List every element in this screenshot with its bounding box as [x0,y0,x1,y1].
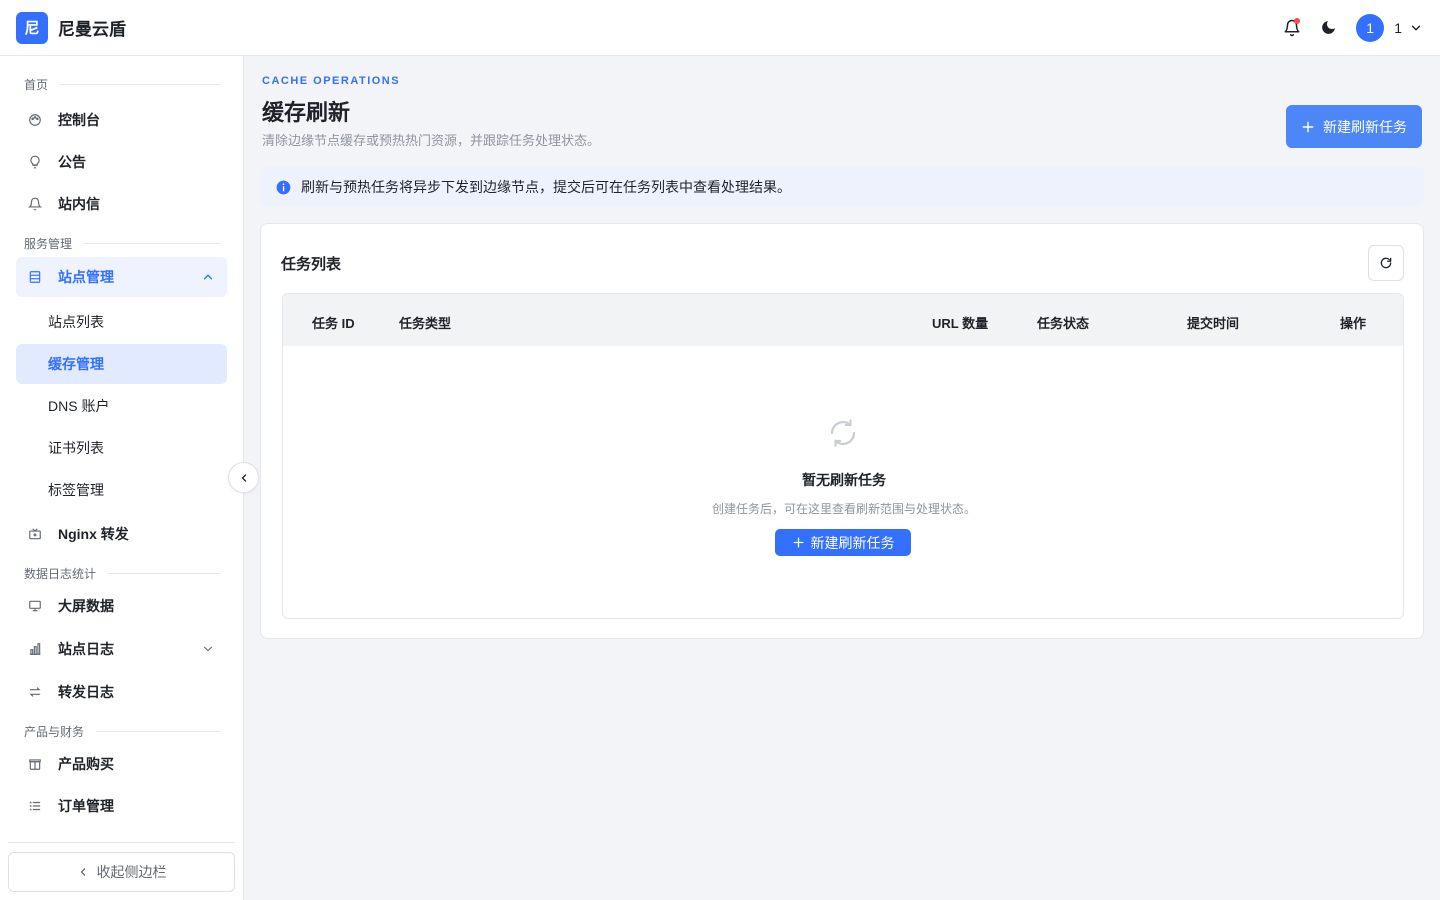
empty-state-description: 创建任务后，可在这里查看刷新范围与处理状态。 [711,502,976,516]
sidebar-item-label: 站点管理 [58,269,114,285]
plus-icon [1302,121,1314,132]
page-description: 清除边缘节点缓存或预热热门资源，并跟踪任务处理状态。 [262,133,601,148]
monitor-icon [28,599,42,613]
nav-group-home: 首页 [24,76,220,93]
package-icon [28,757,42,771]
app-title[interactable]: 尼曼云盾 [58,15,126,40]
sidebar-subitem-dns[interactable]: DNS 账户 [16,386,227,426]
column-header-actions[interactable]: 操作 [1340,313,1366,332]
task-table: 任务 ID 任务类型 URL 数量 任务状态 提交时间 操作 暂无刷新任务 创建… [282,293,1404,619]
sidebar-subitem-cache[interactable]: 缓存管理 [16,344,227,384]
sidebar-item-nginx[interactable]: Nginx 转发 [16,514,227,554]
sidebar-item-site-management[interactable]: 站点管理 [16,257,227,297]
sidebar-item-label: 站点日志 [58,641,114,657]
user-menu-chevron[interactable] [1408,20,1424,36]
sidebar-item-label: Nginx 转发 [58,526,129,542]
sidebar-item-forward-logs[interactable]: 转发日志 [16,672,227,712]
page-eyebrow: CACHE OPERATIONS [262,75,401,87]
sidebar-item-console[interactable]: 控制台 [16,100,227,140]
nav-group-finance: 产品与财务 [24,723,220,740]
column-header-submit-time[interactable]: 提交时间 [1187,313,1239,332]
sidebar-item-label: 控制台 [58,112,100,128]
chevron-up-icon[interactable] [201,270,215,284]
palette-icon [28,113,42,127]
notification-dot [1294,17,1301,24]
header-actions: 1 1 [1274,10,1424,46]
sidebar-item-label: 订单管理 [58,798,114,814]
lightbulb-icon [28,155,42,169]
sidebar-divider [8,842,235,843]
chevron-left-icon [80,868,85,876]
column-header-task-id[interactable]: 任务 ID [312,313,355,332]
sidebar-item-site-logs[interactable]: 站点日志 [16,629,227,669]
empty-new-task-button[interactable]: 新建刷新任务 [775,529,911,556]
bar-chart-icon [28,642,42,656]
table-header: 任务 ID 任务类型 URL 数量 任务状态 提交时间 操作 [283,294,1403,346]
router-icon [28,527,42,541]
sidebar-item-label: 大屏数据 [58,598,114,614]
new-refresh-task-button[interactable]: 新建刷新任务 [1286,105,1422,148]
info-text: 刷新与预热任务将异步下发到边缘节点，提交后可在任务列表中查看处理结果。 [301,179,791,195]
page-title: 缓存刷新 [262,100,351,125]
info-icon [276,180,291,194]
column-header-task-status[interactable]: 任务状态 [1037,313,1089,332]
sidebar-item-messages[interactable]: 站内信 [16,184,227,224]
avatar[interactable]: 1 [1356,13,1385,42]
bell-icon [28,197,42,211]
swap-arrows-icon [28,685,42,699]
moon-icon [1321,21,1335,34]
column-header-url-count[interactable]: URL 数量 [932,313,988,332]
sidebar-subitem-certs[interactable]: 证书列表 [16,428,227,468]
sidebar-item-big-screen[interactable]: 大屏数据 [16,586,227,626]
sidebar-item-purchase[interactable]: 产品购买 [16,744,227,784]
sidebar-item-label: 站内信 [58,196,100,212]
chevron-down-icon [1411,25,1421,30]
sidebar-item-orders[interactable]: 订单管理 [16,786,227,826]
server-icon [28,270,42,284]
nav-group-logs: 数据日志统计 [24,565,220,582]
sidebar-toggle-button[interactable] [228,462,259,493]
chevron-down-icon[interactable] [201,642,215,656]
theme-toggle-button[interactable] [1310,10,1346,46]
sidebar-item-announcements[interactable]: 公告 [16,142,227,182]
plus-icon [793,537,803,548]
sidebar-item-label: 转发日志 [58,684,114,700]
task-list-card: 任务列表 任务 ID 任务类型 URL 数量 任务状态 提交时间 操作 暂无刷新… [260,223,1424,639]
list-icon [28,799,42,813]
app-logo[interactable]: 尼 [16,11,48,44]
card-title: 任务列表 [281,256,342,273]
refresh-icon [1380,257,1392,269]
empty-refresh-icon [830,419,856,447]
sidebar-subitem-tags[interactable]: 标签管理 [16,470,227,510]
sidebar: 首页 控制台 公告 站内信 服务管理 站点管理 站点列表 缓存管理 DNS 账户… [0,56,244,900]
chevron-left-icon [241,473,246,482]
refresh-button[interactable] [1368,245,1404,281]
notifications-button[interactable] [1274,10,1310,46]
sidebar-item-label: 产品购买 [58,756,114,772]
top-header: 尼 尼曼云盾 1 1 [0,0,1440,56]
nav-group-service: 服务管理 [24,235,220,252]
collapse-sidebar-button[interactable]: 收起侧边栏 [8,852,235,892]
column-header-task-type[interactable]: 任务类型 [399,313,451,332]
info-alert: 刷新与预热任务将异步下发到边缘节点，提交后可在任务列表中查看处理结果。 [260,167,1424,207]
sidebar-item-label: 公告 [58,154,86,170]
user-name[interactable]: 1 [1394,20,1402,36]
sidebar-subitem-site-list[interactable]: 站点列表 [16,302,227,342]
empty-state-title: 暂无刷新任务 [802,472,886,488]
